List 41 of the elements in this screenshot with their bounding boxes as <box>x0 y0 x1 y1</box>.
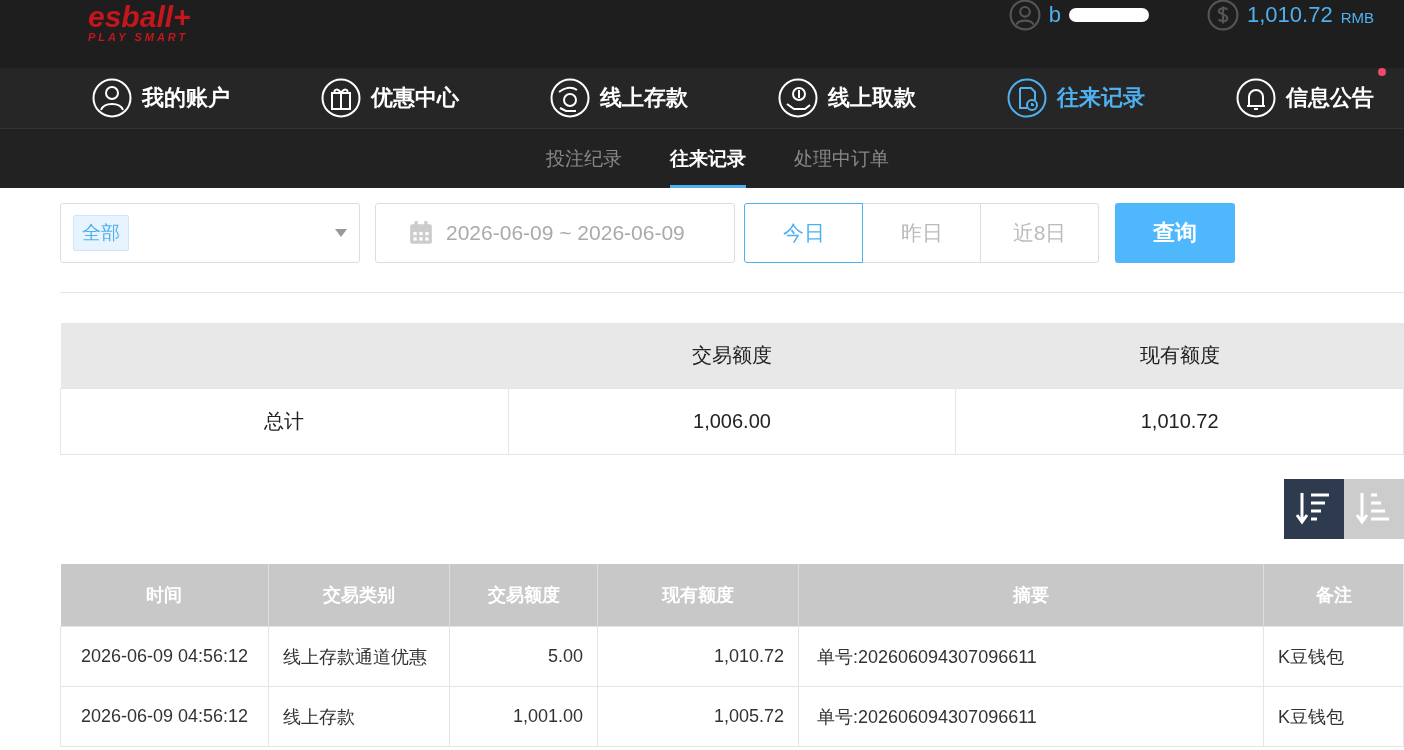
sub-tab[interactable]: 往来记录 <box>669 129 746 188</box>
nav-item[interactable]: 线上存款 <box>549 78 688 118</box>
calendar-icon <box>408 220 434 246</box>
table-cell: K豆钱包 <box>1263 686 1404 747</box>
user-icon <box>92 78 132 118</box>
table-cell: 1,001.00 <box>449 686 598 747</box>
nav-item[interactable]: 线上取款 <box>778 78 917 118</box>
table-cell: 单号:202606094307096611 <box>798 626 1264 687</box>
nav-item[interactable]: 我的账户 <box>92 78 230 118</box>
bell-icon <box>1236 78 1276 118</box>
table-header: 交易额度 <box>508 323 956 389</box>
nav-item[interactable]: 往来记录 <box>1007 78 1146 118</box>
username[interactable]: b <box>1048 2 1061 28</box>
document-clock-icon <box>1007 78 1048 118</box>
table-cell: 1,010.72 <box>597 626 799 687</box>
nav-item[interactable]: 优惠中心 <box>320 78 459 118</box>
sub-tab[interactable]: 投注纪录 <box>545 129 622 188</box>
logo-text: esball+ <box>88 2 191 32</box>
dollar-icon <box>1207 0 1239 31</box>
nav-item[interactable]: 信息公告 <box>1236 78 1374 118</box>
table-cell: 2026-06-09 04:56:12 <box>60 626 269 687</box>
table-cell: 2026-06-09 04:56:12 <box>60 686 269 747</box>
table-cell: 单号:202606094307096611 <box>798 686 1264 747</box>
table-cell: 5.00 <box>449 626 598 687</box>
gift-icon <box>320 78 361 118</box>
table-cell: 线上存款 <box>268 686 450 747</box>
type-tag: 全部 <box>73 215 129 251</box>
table-cell: 总计 <box>60 388 509 455</box>
table-cell: 1,006.00 <box>508 388 956 455</box>
table-cell: 线上存款通道优惠 <box>268 626 450 687</box>
table-cell: K豆钱包 <box>1263 626 1404 687</box>
currency: RMB <box>1340 8 1374 26</box>
logo-tagline: PLAY SMART <box>88 32 190 43</box>
caret-icon <box>335 229 347 237</box>
table-header: 现有额度 <box>955 323 1404 389</box>
user-icon <box>1008 0 1041 31</box>
table-cell: 1,010.72 <box>955 388 1404 455</box>
table-cell: 1,005.72 <box>597 686 799 747</box>
sort-descending-button[interactable] <box>1284 479 1344 539</box>
sub-tab[interactable]: 处理中订单 <box>793 129 889 188</box>
balance: 1,010.72 <box>1247 2 1333 28</box>
